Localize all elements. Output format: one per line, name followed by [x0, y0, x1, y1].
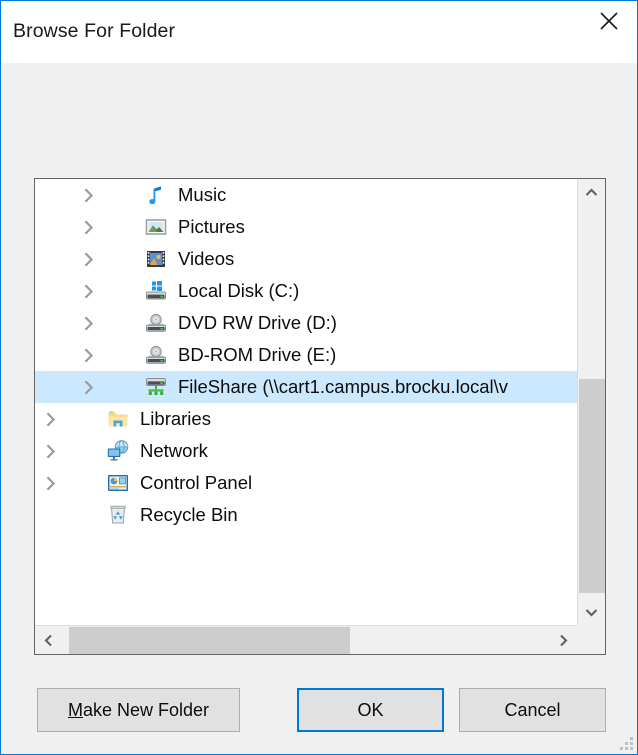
make-new-folder-label: Make New Folder — [68, 700, 209, 721]
videos-icon — [143, 246, 169, 272]
tree-item-label: FileShare (\\cart1.campus.brocku.local\v — [178, 375, 509, 397]
scroll-right-button[interactable] — [550, 626, 577, 654]
tree-item[interactable]: Local Disk (C:) — [35, 275, 577, 307]
tree-item[interactable]: Control Panel — [35, 467, 577, 499]
chevron-right-icon — [84, 187, 93, 203]
tree-item-label: Pictures — [178, 215, 245, 237]
tree-item-label: Recycle Bin — [140, 503, 238, 525]
scroll-up-button[interactable] — [578, 179, 605, 205]
network-icon — [105, 438, 131, 464]
scrollbar-corner — [577, 625, 605, 654]
tree-item-label: Network — [140, 439, 208, 461]
optical-drive-icon — [143, 342, 169, 368]
expand-chevron[interactable] — [81, 379, 97, 395]
title-bar: Browse For Folder — [1, 1, 637, 63]
tree-item[interactable]: Network — [35, 435, 577, 467]
chevron-left-icon — [44, 634, 52, 646]
pictures-icon — [143, 214, 169, 240]
expand-chevron[interactable] — [81, 347, 97, 363]
tree-item-label: BD-ROM Drive (E:) — [178, 343, 337, 365]
dialog-title: Browse For Folder — [13, 20, 176, 42]
make-new-folder-button[interactable]: Make New Folder — [37, 688, 240, 732]
vertical-scrollbar[interactable] — [577, 179, 605, 625]
ok-button[interactable]: OK — [297, 688, 444, 732]
chevron-right-icon — [84, 379, 93, 395]
tree-item-label: Local Disk (C:) — [178, 279, 300, 301]
folder-tree-viewport[interactable]: Music Pictures Videos Local Disk (C:) DVD RW… — [35, 179, 577, 625]
optical-drive-icon — [143, 310, 169, 336]
libraries-icon — [105, 406, 131, 432]
tree-item-label: Libraries — [140, 407, 211, 429]
tree-item[interactable]: DVD RW Drive (D:) — [35, 307, 577, 339]
expand-chevron[interactable] — [43, 475, 59, 491]
chevron-right-icon — [46, 411, 55, 427]
resize-grip[interactable] — [620, 737, 634, 751]
chevron-right-icon — [84, 283, 93, 299]
tree-item[interactable]: Libraries — [35, 403, 577, 435]
tree-item[interactable]: Music — [35, 179, 577, 211]
expand-chevron[interactable] — [43, 411, 59, 427]
tree-item[interactable]: FileShare (\\cart1.campus.brocku.local\v — [35, 371, 577, 403]
chevron-up-icon — [585, 188, 598, 196]
tree-item[interactable]: BD-ROM Drive (E:) — [35, 339, 577, 371]
chevron-right-icon — [84, 251, 93, 267]
browse-for-folder-dialog: Browse For Folder Music Pictures Videos Loc… — [0, 0, 638, 755]
tree-item[interactable]: Recycle Bin — [35, 499, 577, 531]
folder-tree-panel: Music Pictures Videos Local Disk (C:) DVD RW… — [34, 178, 606, 655]
tree-item-label: Music — [178, 183, 227, 205]
horizontal-scrollbar[interactable] — [35, 625, 577, 654]
music-note-icon — [143, 182, 169, 208]
close-icon — [600, 12, 618, 30]
tree-item[interactable]: Pictures — [35, 211, 577, 243]
chevron-right-icon — [84, 315, 93, 331]
expand-chevron[interactable] — [81, 219, 97, 235]
make-new-folder-accel: M — [67, 699, 83, 720]
scroll-left-button[interactable] — [35, 626, 62, 654]
control-panel-icon — [105, 470, 131, 496]
tree-item-label: Videos — [178, 247, 235, 269]
make-new-folder-rest: ake New Folder — [82, 699, 210, 720]
chevron-right-icon — [560, 634, 568, 646]
cancel-button[interactable]: Cancel — [459, 688, 606, 732]
expand-chevron[interactable] — [43, 443, 59, 459]
expand-chevron[interactable] — [81, 315, 97, 331]
scroll-down-button[interactable] — [578, 599, 605, 625]
chevron-right-icon — [84, 347, 93, 363]
expand-chevron[interactable] — [81, 283, 97, 299]
expand-chevron[interactable] — [81, 187, 97, 203]
tree-item-label: Control Panel — [140, 471, 253, 493]
chevron-right-icon — [46, 443, 55, 459]
vertical-scrollbar-thumb[interactable] — [579, 379, 605, 593]
hard-drive-icon — [143, 278, 169, 304]
chevron-right-icon — [46, 475, 55, 491]
horizontal-scrollbar-thumb[interactable] — [69, 627, 350, 654]
chevron-down-icon — [585, 608, 598, 616]
tree-item-label: DVD RW Drive (D:) — [178, 311, 337, 333]
close-button[interactable] — [581, 1, 637, 41]
network-drive-icon — [143, 374, 169, 400]
tree-item[interactable]: Videos — [35, 243, 577, 275]
recycle-bin-icon — [105, 502, 131, 528]
expand-chevron[interactable] — [81, 251, 97, 267]
chevron-right-icon — [84, 219, 93, 235]
